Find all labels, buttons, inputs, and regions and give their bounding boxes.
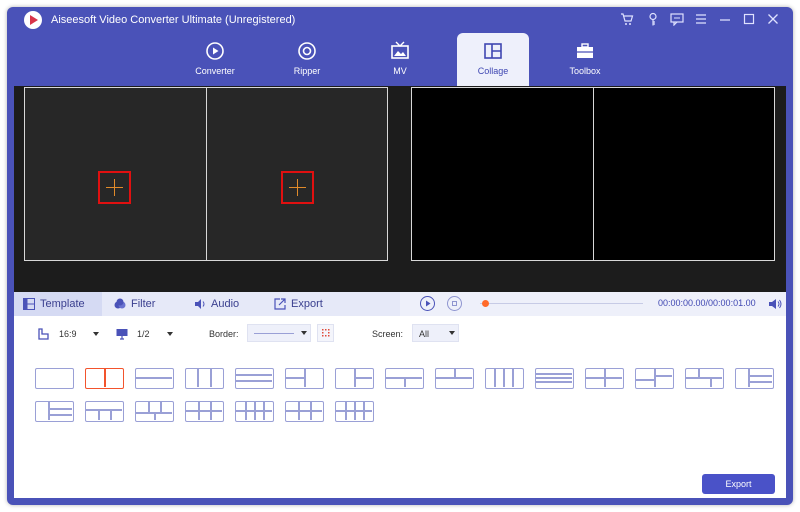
border-style-select[interactable] <box>247 324 311 342</box>
collage-cell-1[interactable] <box>24 87 207 261</box>
tab-filter[interactable]: Filter <box>105 292 175 316</box>
tab-template-label: Template <box>40 298 85 310</box>
close-icon[interactable] <box>765 12 781 28</box>
tab-converter[interactable]: Converter <box>179 33 251 86</box>
edit-tabs: Template Filter Audio Export <box>14 292 400 316</box>
stop-button[interactable] <box>447 296 462 311</box>
main-tabs: Converter Ripper MV Collage Toolbox <box>7 33 793 86</box>
maximize-icon[interactable] <box>741 12 757 28</box>
app-window: Aiseesoft Video Converter Ultimate (Unre… <box>7 7 793 505</box>
tab-filter-label: Filter <box>131 298 156 310</box>
template-17[interactable] <box>85 401 124 422</box>
mv-icon <box>391 41 409 59</box>
screen-select[interactable]: All <box>412 324 459 342</box>
border-color-button[interactable] <box>317 324 334 342</box>
add-media-button[interactable] <box>281 171 314 204</box>
collage-panel: Template Filter Audio Export 00:00:00.00… <box>14 86 786 498</box>
toolbox-icon <box>577 43 593 58</box>
template-22[interactable] <box>335 401 374 422</box>
tab-mv-label: MV <box>393 66 407 76</box>
tab-template[interactable]: Template <box>14 292 102 316</box>
preview-area <box>14 86 786 292</box>
audio-icon <box>195 299 205 309</box>
template-12[interactable] <box>585 368 624 389</box>
time-display: 00:00:00.00/00:00:01.00 <box>658 298 756 308</box>
border-label: Border: <box>209 329 239 339</box>
filter-icon <box>114 298 126 309</box>
key-icon[interactable] <box>645 12 661 28</box>
output-preview-right <box>593 87 775 261</box>
stop-icon <box>452 301 457 306</box>
screen-label: Screen: <box>372 329 404 339</box>
template-4[interactable] <box>185 368 224 389</box>
template-8[interactable] <box>385 368 424 389</box>
progress-handle[interactable] <box>482 300 489 307</box>
tab-export-label: Export <box>291 298 323 310</box>
minimize-icon[interactable] <box>717 12 733 28</box>
collage-cell-2[interactable] <box>206 87 388 261</box>
template-3[interactable] <box>135 368 174 389</box>
template-11[interactable] <box>535 368 574 389</box>
volume-icon[interactable] <box>768 297 782 311</box>
tab-audio-label: Audio <box>211 298 240 310</box>
app-logo-icon <box>24 11 42 29</box>
title-bar: Aiseesoft Video Converter Ultimate (Unre… <box>7 7 793 33</box>
add-media-button[interactable] <box>98 171 131 204</box>
converter-icon <box>206 42 224 60</box>
window-title: Aiseesoft Video Converter Ultimate (Unre… <box>51 14 296 26</box>
screen-ratio-select[interactable]: 1/2 <box>137 329 150 339</box>
output-preview-left <box>411 87 594 261</box>
template-15[interactable] <box>735 368 774 389</box>
template-9[interactable] <box>435 368 474 389</box>
export-icon <box>274 298 286 310</box>
template-13[interactable] <box>635 368 674 389</box>
tab-toolbox-label: Toolbox <box>569 66 601 76</box>
export-button[interactable]: Export <box>702 474 775 494</box>
play-icon <box>426 300 431 307</box>
collage-icon <box>484 43 502 59</box>
template-2[interactable] <box>85 368 124 389</box>
template-settings: 16:9 1/2 Border: Screen: All <box>14 316 786 346</box>
menu-icon[interactable] <box>693 12 709 28</box>
tab-collage[interactable]: Collage <box>457 33 529 86</box>
aspect-dropdown-icon[interactable] <box>93 332 99 336</box>
progress-track[interactable] <box>480 303 643 304</box>
template-18[interactable] <box>135 401 174 422</box>
monitor-icon <box>116 329 128 340</box>
tab-ripper-label: Ripper <box>293 66 321 76</box>
tab-audio[interactable]: Audio <box>185 292 255 316</box>
screen-ratio-dropdown-icon[interactable] <box>167 332 173 336</box>
tab-converter-label: Converter <box>195 66 235 76</box>
play-button[interactable] <box>420 296 435 311</box>
tab-mv[interactable]: MV <box>364 33 436 86</box>
tab-export[interactable]: Export <box>265 292 345 316</box>
template-14[interactable] <box>685 368 724 389</box>
template-1[interactable] <box>35 368 74 389</box>
screen-select-value: All <box>419 329 430 339</box>
chat-icon[interactable] <box>669 12 685 28</box>
player-bar: 00:00:00.00/00:00:01.00 <box>400 292 786 316</box>
template-10[interactable] <box>485 368 524 389</box>
aspect-ratio-select[interactable]: 16:9 <box>59 329 77 339</box>
tab-toolbox[interactable]: Toolbox <box>549 33 621 86</box>
template-21[interactable] <box>285 401 324 422</box>
cart-icon[interactable] <box>619 12 635 28</box>
template-icon <box>23 298 35 310</box>
grid-dots-icon <box>322 329 330 337</box>
aspect-ratio-icon <box>38 328 49 340</box>
template-19[interactable] <box>185 401 224 422</box>
ripper-icon <box>298 42 316 60</box>
template-5[interactable] <box>235 368 274 389</box>
template-20[interactable] <box>235 401 274 422</box>
template-7[interactable] <box>335 368 374 389</box>
template-16[interactable] <box>35 401 74 422</box>
template-6[interactable] <box>285 368 324 389</box>
tab-ripper[interactable]: Ripper <box>271 33 343 86</box>
tab-collage-label: Collage <box>477 66 509 76</box>
